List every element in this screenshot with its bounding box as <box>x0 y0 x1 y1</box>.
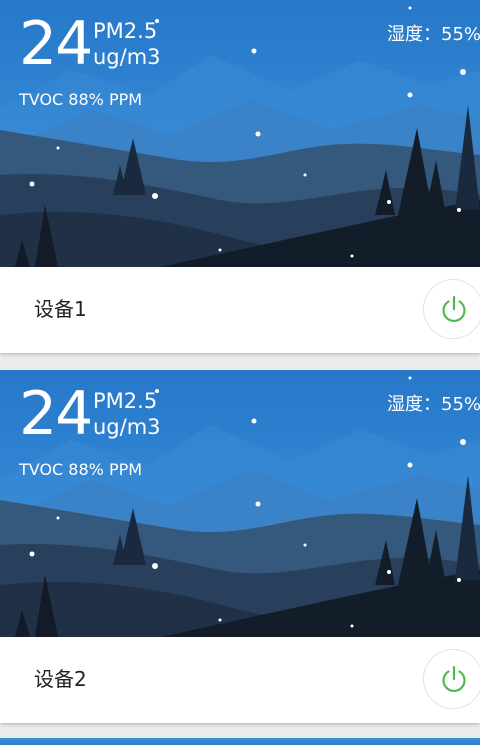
pm25-value: 24 <box>19 379 93 449</box>
power-icon <box>442 665 466 692</box>
device-name: 设备1 <box>34 297 87 321</box>
device-card-3-partial[interactable] <box>0 738 480 745</box>
device-footer: 设备2 <box>0 637 480 723</box>
power-button[interactable] <box>423 279 480 339</box>
pm25-label: PM2.5 <box>93 389 158 413</box>
power-button[interactable] <box>423 649 480 709</box>
pm25-unit: ug/m3 <box>93 45 161 69</box>
power-icon <box>442 295 466 322</box>
pm25-label: PM2.5 <box>93 19 158 43</box>
tvoc-reading: TVOC 88% PPM <box>19 90 143 109</box>
air-quality-banner: 24 PM2.5 ug/m3 TVOC 88% PPM 湿度：55% <box>0 370 480 637</box>
humidity-reading: 湿度：55% <box>387 394 480 415</box>
pm25-value: 24 <box>19 9 93 79</box>
air-quality-banner: 24 PM2.5 ug/m3 TVOC 88% PPM 湿度：55% <box>0 0 480 267</box>
humidity-reading: 湿度：55% <box>387 24 480 45</box>
device-name: 设备2 <box>34 667 87 691</box>
tvoc-reading: TVOC 88% PPM <box>19 460 143 479</box>
device-card-1[interactable]: 24 PM2.5 ug/m3 TVOC 88% PPM 湿度：55% 设备1 <box>0 0 480 353</box>
device-card-2[interactable]: 24 PM2.5 ug/m3 TVOC 88% PPM 湿度：55% 设备2 <box>0 370 480 723</box>
device-footer: 设备1 <box>0 267 480 353</box>
pm25-unit: ug/m3 <box>93 415 161 439</box>
